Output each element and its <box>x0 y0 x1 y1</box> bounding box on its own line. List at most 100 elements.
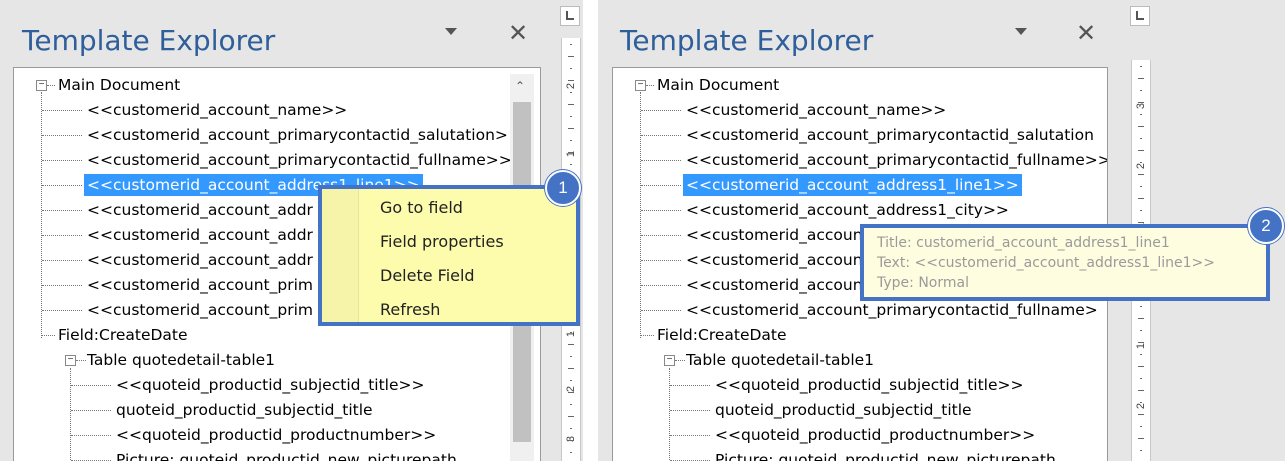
ruler-tick <box>1138 222 1144 223</box>
panel-title: Template Explorer <box>22 24 276 57</box>
ruler-tick <box>570 68 572 69</box>
collapse-icon[interactable]: − <box>65 355 76 366</box>
ruler-corner-icon[interactable] <box>560 6 580 26</box>
tree-node[interactable]: Table quotedetail-table1 <box>87 349 275 371</box>
menu-item-refresh[interactable]: Refresh <box>380 300 440 319</box>
ruler-tick <box>568 440 574 441</box>
ruler-tick <box>570 44 572 45</box>
ruler-tick <box>1140 114 1142 115</box>
ruler-tick <box>570 116 572 117</box>
tree-node[interactable]: quoteid_productid_subjectid_title <box>715 399 972 421</box>
ruler-tick <box>568 392 574 393</box>
ruler-tick <box>1138 366 1144 367</box>
menu-item-go-to-field[interactable]: Go to field <box>380 198 463 217</box>
callout-badge: 2 <box>1248 208 1284 244</box>
collapse-icon[interactable]: − <box>664 355 675 366</box>
collapse-icon[interactable]: − <box>36 80 47 91</box>
tree-node[interactable]: Picture: quoteid_productid_new_picturepa… <box>715 449 1056 461</box>
ruler-tick <box>1140 354 1142 355</box>
ruler-tick <box>1138 318 1144 319</box>
tree-node[interactable]: Field:CreateDate <box>657 324 787 346</box>
menu-item-delete-field[interactable]: Delete Field <box>380 266 475 285</box>
close-icon[interactable]: ✕ <box>508 22 528 46</box>
ruler-tick <box>568 416 574 417</box>
ruler-number: 1 <box>565 150 577 158</box>
ruler-tick <box>570 428 572 429</box>
tree-node[interactable]: Field:CreateDate <box>58 324 188 346</box>
ruler-tick <box>1140 162 1142 163</box>
tree-node[interactable]: <<customerid_account_addr <box>87 199 313 221</box>
tree-node[interactable]: <<customerid_account <box>686 274 869 296</box>
tree-node[interactable]: Picture: quoteid_productid_new_picturepa… <box>116 449 457 461</box>
ruler-tick <box>568 128 574 129</box>
tree-node[interactable]: <<customerid_account_prim <box>87 274 313 296</box>
ruler-tick <box>1138 342 1144 343</box>
collapse-icon[interactable]: − <box>635 80 646 91</box>
ruler-tick <box>1138 78 1144 79</box>
tree-node[interactable]: <<customerid_account_name>> <box>87 99 347 121</box>
ruler-tick <box>1138 174 1144 175</box>
ruler-tick <box>568 152 574 153</box>
ruler-tick <box>1140 90 1142 91</box>
ruler-tick <box>1140 138 1142 139</box>
ruler-tick <box>568 368 574 369</box>
tooltip-text: Text: <<customerid_account_address1_line… <box>877 255 1215 271</box>
ruler-tick <box>1140 378 1142 379</box>
close-icon[interactable]: ✕ <box>1076 22 1096 46</box>
ruler-number: 3 <box>565 435 577 443</box>
tree-node[interactable]: <<customerid_account_primarycontactid_sa… <box>686 124 1094 146</box>
ruler-tick <box>1138 390 1144 391</box>
tree-node[interactable]: <<customerid_account <box>686 249 869 271</box>
ruler-tick <box>568 104 574 105</box>
ruler-tick <box>1138 126 1144 127</box>
field-tooltip: Title: customerid_account_address1_line1… <box>860 224 1270 301</box>
ruler-tick <box>568 344 574 345</box>
tooltip-title: Title: customerid_account_address1_line1 <box>877 235 1170 251</box>
ruler-tick <box>570 92 572 93</box>
tree-node[interactable]: <<customerid_account_addr <box>87 249 313 271</box>
menu-item-field-properties[interactable]: Field properties <box>380 232 504 251</box>
tree-node[interactable]: <<customerid_account_primarycontactid_fu… <box>87 149 512 171</box>
tree-node[interactable]: <<customerid_account_primarycontactid_fu… <box>686 149 1107 171</box>
tree-node[interactable]: <<customerid_account_name>> <box>686 99 946 121</box>
ruler-tick <box>1140 186 1142 187</box>
tree-node[interactable]: <<customerid_account_prim <box>87 299 313 321</box>
ruler-tick <box>1140 306 1142 307</box>
ruler-tick <box>1138 198 1144 199</box>
ruler-corner-icon[interactable] <box>1130 6 1150 26</box>
ruler-tick <box>570 332 572 333</box>
ruler-tick <box>1138 150 1144 151</box>
tree-node[interactable]: <<quoteid_productid_productnumber>> <box>116 424 436 446</box>
tree-node[interactable]: <<customerid_account <box>686 224 869 246</box>
tree-node[interactable]: quoteid_productid_subjectid_title <box>116 399 373 421</box>
tree-node[interactable]: Main Document <box>58 74 180 96</box>
tree-node[interactable]: <<quoteid_productid_subjectid_title>> <box>116 374 425 396</box>
tree-node[interactable]: <<quoteid_productid_productnumber>> <box>715 424 1035 446</box>
tree-node[interactable]: Main Document <box>657 74 779 96</box>
pin-dropdown-icon[interactable] <box>445 28 457 35</box>
ruler-tick <box>1138 102 1144 103</box>
tree-node[interactable]: <<customerid_account_primarycontactid_sa… <box>87 124 508 146</box>
ruler-tick <box>570 404 572 405</box>
tree-node[interactable]: <<customerid_account_addr <box>87 224 313 246</box>
ruler-tick <box>1140 330 1142 331</box>
ruler-tick <box>568 56 574 57</box>
ruler-tick <box>570 356 572 357</box>
tree-node-selected[interactable]: <<customerid_account_address1_line1>> <box>683 174 1022 196</box>
ruler-tick <box>1140 402 1142 403</box>
tree-node[interactable]: <<customerid_account_address1_city>> <box>686 199 1009 221</box>
ruler-tick <box>570 380 572 381</box>
pin-dropdown-icon[interactable] <box>1015 28 1027 35</box>
ruler-tick <box>1140 450 1142 451</box>
context-menu: Go to field Field properties Delete Fiel… <box>318 185 580 326</box>
tree-node[interactable]: <<customerid_account_primarycontactid_fu… <box>686 299 1098 321</box>
ruler-tick <box>1140 66 1142 67</box>
scroll-up-icon[interactable]: ⌃ <box>515 79 525 93</box>
ruler-tick <box>568 80 574 81</box>
ruler-tick <box>1138 438 1144 439</box>
ruler-number: 2 <box>565 82 577 90</box>
panel-title: Template Explorer <box>620 24 874 57</box>
tree-node[interactable]: <<quoteid_productid_subjectid_title>> <box>715 374 1024 396</box>
tree-node[interactable]: Table quotedetail-table1 <box>686 349 874 371</box>
tooltip-type: Type: Normal <box>877 275 969 291</box>
